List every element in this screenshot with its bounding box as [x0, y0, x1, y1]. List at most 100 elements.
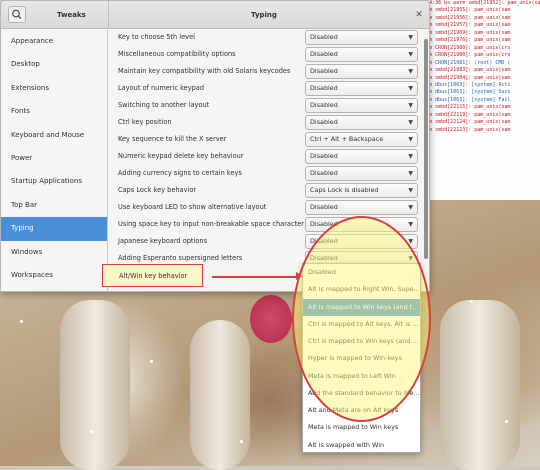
- setting-dropdown[interactable]: Disabled ▼: [305, 234, 418, 249]
- setting-dropdown[interactable]: Caps Lock is disabled ▼: [305, 183, 418, 198]
- setting-dropdown[interactable]: Disabled ▼: [305, 64, 418, 79]
- wallpaper-fur: [440, 300, 520, 470]
- sidebar-item-desktop[interactable]: Desktop: [1, 53, 107, 76]
- sidebar-item-fonts[interactable]: Fonts: [1, 100, 107, 123]
- dropdown-option[interactable]: Ctrl is mapped to Win keys (and ...: [303, 333, 420, 350]
- setting-label: Layout of numeric keypad: [118, 84, 205, 92]
- dropdown-value: Ctrl + Alt + Backspace: [310, 135, 384, 143]
- setting-label: Japanese keyboard options: [118, 237, 207, 245]
- setting-label: Miscellaneous compatibility options: [118, 50, 236, 58]
- setting-row: Miscellaneous compatibility options Disab…: [109, 47, 425, 64]
- chevron-down-icon: ▼: [408, 170, 413, 177]
- scrollbar[interactable]: [424, 39, 428, 259]
- chevron-down-icon: ▼: [408, 187, 413, 194]
- sidebar-item-startup-applications[interactable]: Startup Applications: [1, 170, 107, 193]
- setting-dropdown[interactable]: Disabled ▼: [305, 217, 418, 232]
- chevron-down-icon: ▼: [408, 34, 413, 41]
- setting-row: Numeric keypad delete key behaviour Disab…: [109, 149, 425, 166]
- setting-row: Japanese keyboard options Disabled ▼: [109, 234, 425, 251]
- setting-label: Adding currency signs to certain keys: [118, 169, 242, 177]
- setting-dropdown[interactable]: Disabled ▼: [305, 81, 418, 96]
- setting-row: Layout of numeric keypad Disabled ▼: [109, 81, 425, 98]
- dropdown-value: Disabled: [310, 67, 338, 75]
- alt-win-key-label: Alt/Win key behavior: [119, 272, 188, 280]
- dropdown-value: Caps Lock is disabled: [310, 186, 379, 194]
- snowflake: [90, 430, 93, 433]
- setting-label: Using space key to input non-breakable s…: [118, 220, 304, 228]
- dropdown-value: Disabled: [310, 254, 338, 262]
- sidebar-item-power[interactable]: Power: [1, 147, 107, 170]
- sidebar-item-windows[interactable]: Windows: [1, 241, 107, 264]
- dropdown-option[interactable]: Disabled: [303, 264, 420, 281]
- setting-dropdown[interactable]: Disabled ▼: [305, 115, 418, 130]
- setting-row: Key to choose 5th level Disabled ▼: [109, 30, 425, 47]
- dropdown-value: Disabled: [310, 33, 338, 41]
- dropdown-value: Disabled: [310, 84, 338, 92]
- dropdown-option[interactable]: Add the standard behavior to Me...: [303, 385, 420, 402]
- snowflake: [150, 360, 153, 363]
- setting-label: Key to choose 5th level: [118, 33, 195, 41]
- setting-row: Ctrl key position Disabled ▼: [109, 115, 425, 132]
- dropdown-value: Disabled: [310, 152, 338, 160]
- setting-dropdown[interactable]: Disabled ▼: [305, 149, 418, 164]
- snowflake: [505, 420, 508, 423]
- tweaks-window: Tweaks Typing ✕ Appearance Desktop Extensi…: [0, 0, 430, 292]
- setting-dropdown[interactable]: Disabled ▼: [305, 98, 418, 113]
- chevron-down-icon: ▼: [408, 102, 413, 109]
- alt-win-row-highlight[interactable]: Alt/Win key behavior: [102, 264, 203, 287]
- wallpaper-tongue: [250, 295, 292, 343]
- dropdown-value: Disabled: [310, 220, 338, 228]
- search-button[interactable]: [8, 6, 26, 23]
- sidebar-item-extensions[interactable]: Extensions: [1, 77, 107, 100]
- search-icon: [12, 9, 22, 20]
- dropdown-option[interactable]: Ctrl is mapped to Alt keys, Alt is ...: [303, 316, 420, 333]
- setting-dropdown[interactable]: Disabled ▼: [305, 200, 418, 215]
- dropdown-option[interactable]: Meta is mapped to Win keys: [303, 419, 420, 436]
- titlebar: Tweaks Typing ✕: [1, 1, 429, 29]
- dropdown-option[interactable]: Alt and Meta are on Alt keys: [303, 402, 420, 419]
- wallpaper-fur: [190, 320, 250, 470]
- dropdown-option[interactable]: Alt is mapped to Win keys (and t...: [303, 298, 420, 316]
- settings-panel: Key to choose 5th level Disabled ▼ Miscella…: [109, 30, 429, 291]
- sidebar-item-keyboard-and-mouse[interactable]: Keyboard and Mouse: [1, 124, 107, 147]
- dropdown-value: Disabled: [310, 118, 338, 126]
- section-title: Typing: [251, 11, 277, 19]
- setting-dropdown[interactable]: Disabled ▼: [305, 166, 418, 181]
- setting-row: Adding currency signs to certain keys Dis…: [109, 166, 425, 183]
- dropdown-value: Disabled: [310, 101, 338, 109]
- wallpaper-fur: [60, 300, 130, 470]
- setting-row: Using space key to input non-breakable s…: [109, 217, 425, 234]
- dropdown-value: Disabled: [310, 203, 338, 211]
- sidebar-item-typing[interactable]: Typing: [1, 217, 107, 241]
- dropdown-option[interactable]: Meta is mapped to Left Win: [303, 368, 420, 385]
- annotation-arrow: [212, 276, 300, 278]
- chevron-down-icon: ▼: [408, 119, 413, 126]
- setting-label: Adding Esperanto supersigned letters: [118, 254, 243, 262]
- dropdown-option[interactable]: Hyper is mapped to Win-keys: [303, 350, 420, 367]
- snowflake: [470, 300, 473, 303]
- setting-row: Caps Lock key behavior Caps Lock is disab…: [109, 183, 425, 200]
- sidebar-item-top-bar[interactable]: Top Bar: [1, 194, 107, 217]
- dropdown-value: Disabled: [310, 237, 338, 245]
- dropdown-value: Disabled: [310, 169, 338, 177]
- setting-dropdown[interactable]: Ctrl + Alt + Backspace ▼: [305, 132, 418, 147]
- titlebar-divider: [108, 1, 109, 29]
- alt-win-dropdown[interactable]: Disabled Alt is mapped to Right Win, Supe…: [302, 263, 421, 453]
- dropdown-value: Disabled: [310, 50, 338, 58]
- setting-dropdown[interactable]: Disabled ▼: [305, 30, 418, 45]
- chevron-down-icon: ▼: [408, 221, 413, 228]
- setting-row: Maintain key compatibility with old Sola…: [109, 64, 425, 81]
- sidebar-item-appearance[interactable]: Appearance: [1, 30, 107, 53]
- app-title: Tweaks: [57, 11, 86, 19]
- close-icon[interactable]: ✕: [414, 10, 424, 20]
- chevron-down-icon: ▼: [408, 51, 413, 58]
- setting-dropdown[interactable]: Disabled ▼: [305, 47, 418, 62]
- setting-row: Use keyboard LED to show alternative lay…: [109, 200, 425, 217]
- chevron-down-icon: ▼: [408, 238, 413, 245]
- sidebar-item-workspaces[interactable]: Workspaces: [1, 264, 107, 287]
- dropdown-option[interactable]: Alt is swapped with Win: [303, 437, 420, 454]
- chevron-down-icon: ▼: [408, 68, 413, 75]
- setting-label: Key sequence to kill the X server: [118, 135, 227, 143]
- sidebar: Appearance Desktop Extensions Fonts Keyboard…: [1, 30, 108, 291]
- dropdown-option[interactable]: Alt is mapped to Right Win, Supe...: [303, 281, 420, 298]
